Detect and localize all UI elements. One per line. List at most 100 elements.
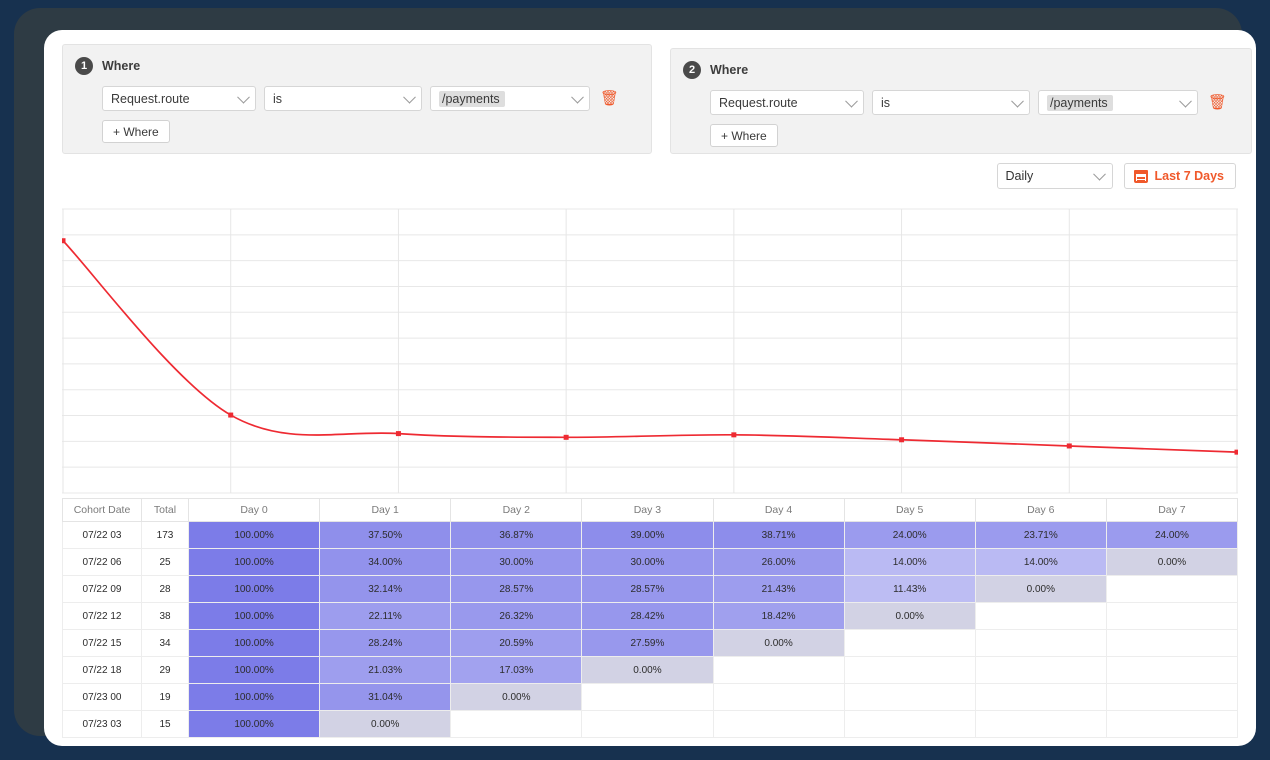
cohort-value-cell: 0.00% xyxy=(320,711,451,738)
filter-1-field-select[interactable]: Request.route xyxy=(102,86,256,111)
cohort-column-header-5: Day 3 xyxy=(582,499,713,522)
chevron-down-icon xyxy=(845,94,858,107)
cohort-value-cell: 0.00% xyxy=(844,603,975,630)
chart-series-markers xyxy=(62,238,1238,454)
chart-point-6[interactable] xyxy=(1067,443,1072,448)
cohort-value-cell: 0.00% xyxy=(713,630,844,657)
filter-2-number: 2 xyxy=(683,61,701,79)
cohort-value-cell: 100.00% xyxy=(189,603,320,630)
cohort-value-cell: 14.00% xyxy=(844,549,975,576)
filter-1-value-select[interactable]: /payments xyxy=(430,86,590,111)
filter-card-1: 1 Where Request.route is /payments xyxy=(62,44,652,154)
cohort-column-header-9: Day 7 xyxy=(1106,499,1237,522)
cohort-total-cell: 25 xyxy=(142,549,189,576)
filter-1-add-where-button[interactable]: + Where xyxy=(102,120,170,143)
granularity-value: Daily xyxy=(1006,169,1034,183)
date-range-button[interactable]: Last 7 Days xyxy=(1124,163,1236,189)
cohort-value-cell: 18.42% xyxy=(713,603,844,630)
app-screen: 1 Where Request.route is /payments xyxy=(44,30,1256,746)
cohort-value-cell: 28.24% xyxy=(320,630,451,657)
cohort-date-cell: 07/23 03 xyxy=(63,711,142,738)
cohort-value-cell: 24.00% xyxy=(844,522,975,549)
cohort-column-header-4: Day 2 xyxy=(451,499,582,522)
table-row: 07/22 1238100.00%22.11%26.32%28.42%18.42… xyxy=(63,603,1238,630)
filter-1-delete-icon[interactable]: 🗑 xyxy=(600,91,619,106)
cohort-total-cell: 28 xyxy=(142,576,189,603)
chart-point-1[interactable] xyxy=(228,413,233,418)
chevron-down-icon xyxy=(403,90,416,103)
cohort-value-cell: 17.03% xyxy=(451,657,582,684)
cohort-value-cell: 37.50% xyxy=(320,522,451,549)
cohort-value-cell: 28.57% xyxy=(451,576,582,603)
cohort-value-cell xyxy=(975,711,1106,738)
cohort-value-cell: 30.00% xyxy=(451,549,582,576)
cohort-value-cell: 28.42% xyxy=(582,603,713,630)
chevron-down-icon xyxy=(571,90,584,103)
cohort-table-head: Cohort DateTotalDay 0Day 1Day 2Day 3Day … xyxy=(63,499,1238,522)
cohort-value-cell: 100.00% xyxy=(189,657,320,684)
cohort-value-cell: 28.57% xyxy=(582,576,713,603)
chart-gridlines xyxy=(62,209,1238,493)
cohort-value-cell xyxy=(844,657,975,684)
cohort-value-cell: 0.00% xyxy=(451,684,582,711)
cohort-table: Cohort DateTotalDay 0Day 1Day 2Day 3Day … xyxy=(62,498,1238,738)
filter-2-value-select[interactable]: /payments xyxy=(1038,90,1198,115)
device-frame: 1 Where Request.route is /payments xyxy=(14,8,1242,736)
filter-card-2: 2 Where Request.route is /payments xyxy=(670,48,1252,154)
cohort-value-cell: 0.00% xyxy=(582,657,713,684)
cohort-value-cell: 11.43% xyxy=(844,576,975,603)
cohort-value-cell xyxy=(844,684,975,711)
cohort-date-cell: 07/23 00 xyxy=(63,684,142,711)
filter-2-delete-icon[interactable]: 🗑 xyxy=(1208,95,1227,110)
cohort-value-cell xyxy=(1106,576,1237,603)
cohort-table-header-row: Cohort DateTotalDay 0Day 1Day 2Day 3Day … xyxy=(63,499,1238,522)
chevron-down-icon xyxy=(1093,168,1106,181)
cohort-value-cell: 32.14% xyxy=(320,576,451,603)
cohort-table-body: 07/22 03173100.00%37.50%36.87%39.00%38.7… xyxy=(63,522,1238,738)
chart-point-0[interactable] xyxy=(62,238,66,243)
cohort-total-cell: 15 xyxy=(142,711,189,738)
cohort-total-cell: 34 xyxy=(142,630,189,657)
cohort-value-cell xyxy=(844,630,975,657)
filter-2-controls: Request.route is /payments 🗑 xyxy=(710,90,1237,115)
cohort-value-cell xyxy=(1106,630,1237,657)
cohort-value-cell: 22.11% xyxy=(320,603,451,630)
filter-2-operator-select[interactable]: is xyxy=(872,90,1030,115)
cohort-value-cell xyxy=(582,711,713,738)
cohort-value-cell xyxy=(975,603,1106,630)
chart-toolbar: Daily Last 7 Days xyxy=(997,163,1236,189)
chart-point-2[interactable] xyxy=(396,431,401,436)
chart-point-3[interactable] xyxy=(564,435,569,440)
filter-1-number: 1 xyxy=(75,57,93,75)
cohort-value-cell xyxy=(1106,603,1237,630)
cohort-value-cell: 100.00% xyxy=(189,711,320,738)
cohort-value-cell xyxy=(713,684,844,711)
cohort-column-header-2: Day 0 xyxy=(189,499,320,522)
table-row: 07/23 0315100.00%0.00% xyxy=(63,711,1238,738)
cohort-value-cell: 34.00% xyxy=(320,549,451,576)
cohort-column-header-8: Day 6 xyxy=(975,499,1106,522)
filter-2-add-where-button[interactable]: + Where xyxy=(710,124,778,147)
cohort-value-cell: 0.00% xyxy=(975,576,1106,603)
cohort-value-cell: 30.00% xyxy=(582,549,713,576)
filter-2-field-select[interactable]: Request.route xyxy=(710,90,864,115)
table-row: 07/22 0928100.00%32.14%28.57%28.57%21.43… xyxy=(63,576,1238,603)
calendar-icon xyxy=(1134,170,1148,183)
filter-panels: 1 Where Request.route is /payments xyxy=(62,44,1238,156)
cohort-value-cell: 21.03% xyxy=(320,657,451,684)
chart-point-4[interactable] xyxy=(731,432,736,437)
cohort-table-container: Cohort DateTotalDay 0Day 1Day 2Day 3Day … xyxy=(62,498,1238,738)
cohort-value-cell: 21.43% xyxy=(713,576,844,603)
retention-line-chart xyxy=(62,206,1238,496)
filter-1-operator-select[interactable]: is xyxy=(264,86,422,111)
filter-2-value-chip: /payments xyxy=(1047,95,1113,111)
chart-point-5[interactable] xyxy=(899,437,904,442)
filter-2-label: Where xyxy=(710,63,748,77)
cohort-value-cell: 100.00% xyxy=(189,684,320,711)
table-row: 07/23 0019100.00%31.04%0.00% xyxy=(63,684,1238,711)
cohort-value-cell: 20.59% xyxy=(451,630,582,657)
granularity-select[interactable]: Daily xyxy=(997,163,1113,189)
cohort-value-cell: 100.00% xyxy=(189,576,320,603)
filter-2-header: 2 Where xyxy=(683,59,1237,81)
chart-point-7[interactable] xyxy=(1235,450,1239,455)
